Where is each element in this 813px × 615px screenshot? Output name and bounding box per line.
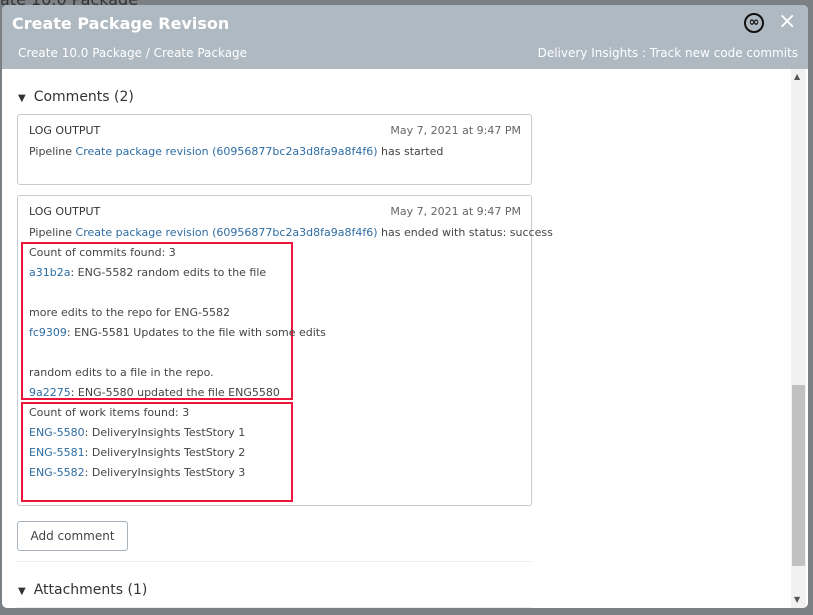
- scrollbar[interactable]: ▲ ▼: [791, 69, 806, 608]
- attachments-toggle[interactable]: ▼ Attachments (1): [18, 582, 147, 598]
- commit-line: 9a2275: ENG-5580 updated the file ENG558…: [29, 386, 280, 399]
- commit-line: fc9309: ENG-5581 Updates to the file wit…: [29, 326, 326, 339]
- comments-heading: Comments (2): [33, 89, 134, 105]
- comment-card: LOG OUTPUT May 7, 2021 at 9:47 PM Pipeli…: [17, 114, 532, 185]
- commit-line: a31b2a: ENG-5582 random edits to the fil…: [29, 266, 266, 279]
- work-item-title: : DeliveryInsights TestStory 1: [84, 426, 246, 439]
- commit-message: : ENG-5582 random edits to the file: [70, 266, 267, 279]
- work-items-heading: Count of work items found: 3: [29, 406, 190, 419]
- caret-down-icon: ▼: [18, 93, 26, 104]
- caret-down-icon: ▼: [18, 586, 26, 597]
- project-label: Delivery Insights : Track new code commi…: [537, 46, 798, 60]
- dialog-title: Create Package Revison: [12, 14, 230, 33]
- breadcrumb: Create 10.0 Package / Create Package: [18, 46, 248, 60]
- commit-message: : ENG-5581 Updates to the file with some…: [66, 326, 326, 339]
- infinity-icon: ∞: [744, 13, 764, 33]
- work-item-title: : DeliveryInsights TestStory 3: [84, 466, 246, 479]
- comment-date: May 7, 2021 at 9:47 PM: [390, 124, 521, 137]
- comment-text: Pipeline Create package revision (609568…: [29, 145, 443, 158]
- work-item-line: ENG-5582: DeliveryInsights TestStory 3: [29, 466, 245, 479]
- comments-toggle[interactable]: ▼ Comments (2): [18, 89, 134, 105]
- commit-hash-link[interactable]: 9a2275: [29, 386, 71, 399]
- divider: [17, 561, 532, 562]
- comment-text: Pipeline Create package revision (609568…: [29, 226, 553, 239]
- work-item-link[interactable]: ENG-5580: [29, 426, 85, 439]
- work-item-link[interactable]: ENG-5582: [29, 466, 85, 479]
- commit-message: : ENG-5580 updated the file ENG5580: [70, 386, 280, 399]
- comment-date: May 7, 2021 at 9:47 PM: [390, 205, 521, 218]
- text-suffix: has ended with status: success: [377, 226, 553, 239]
- scrollbar-thumb[interactable]: [792, 385, 805, 566]
- commits-heading: Count of commits found: 3: [29, 246, 176, 259]
- close-icon[interactable]: ×: [778, 9, 796, 34]
- comment-card: LOG OUTPUT May 7, 2021 at 9:47 PM Pipeli…: [17, 195, 553, 506]
- pipeline-link[interactable]: Create package revision (60956877bc2a3d8…: [76, 145, 378, 158]
- add-comment-button[interactable]: Add comment: [17, 521, 128, 551]
- scroll-up-arrow-icon[interactable]: ▲: [794, 72, 800, 81]
- work-item-line: ENG-5581: DeliveryInsights TestStory 2: [29, 446, 245, 459]
- work-item-line: ENG-5580: DeliveryInsights TestStory 1: [29, 426, 245, 439]
- text-prefix: Pipeline: [29, 226, 76, 239]
- dialog-header: Create Package Revison ∞ × Create 10.0 P…: [2, 5, 808, 69]
- text-suffix: has started: [377, 145, 444, 158]
- commit-line: more edits to the repo for ENG-5582: [29, 306, 230, 319]
- text-prefix: Pipeline: [29, 145, 76, 158]
- resize-handle-icon[interactable]: ▼: [794, 595, 800, 604]
- work-item-title: : DeliveryInsights TestStory 2: [84, 446, 246, 459]
- attachments-heading: Attachments (1): [33, 582, 148, 598]
- comment-label: LOG OUTPUT: [29, 205, 101, 218]
- divider: [17, 607, 532, 608]
- comment-label: LOG OUTPUT: [29, 124, 101, 137]
- commit-hash-link[interactable]: a31b2a: [29, 266, 70, 279]
- work-item-link[interactable]: ENG-5581: [29, 446, 85, 459]
- commit-hash-link[interactable]: fc9309: [29, 326, 67, 339]
- pipeline-link[interactable]: Create package revision (60956877bc2a3d8…: [76, 226, 378, 239]
- commit-line: random edits to a file in the repo.: [29, 366, 214, 379]
- create-package-revision-dialog: Create Package Revison ∞ × Create 10.0 P…: [2, 5, 808, 608]
